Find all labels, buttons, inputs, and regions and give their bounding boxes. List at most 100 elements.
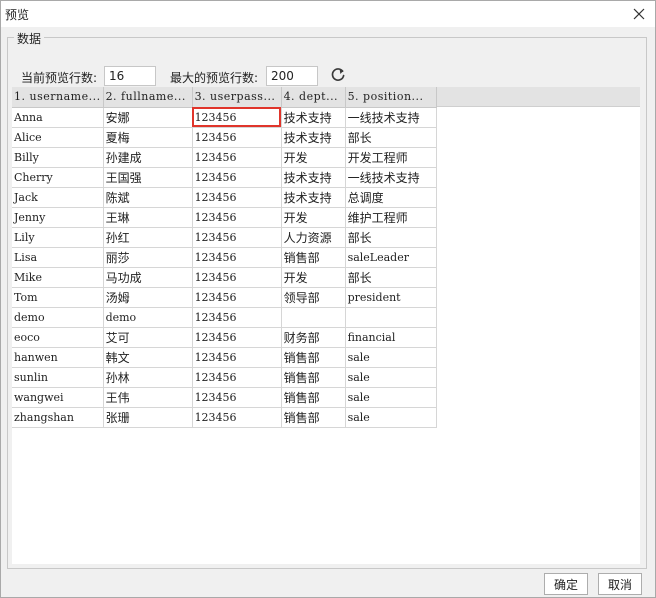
table-row[interactable]: demo demo 123456 [12,307,437,328]
preview-table-area[interactable]: 1. username... 2. fullname... 3. userpas… [12,87,640,564]
table-cell[interactable]: Billy [12,147,104,168]
table-cell[interactable]: 销售部 [281,407,346,428]
column-header[interactable]: 1. username... [12,87,104,108]
table-cell[interactable]: 财务部 [281,327,346,348]
table-cell[interactable]: 一线技术支持 [345,107,437,128]
table-row[interactable]: sunlin 孙林 123456 销售部 sale [12,367,437,388]
table-cell[interactable]: 123456 [192,307,282,328]
table-cell[interactable]: Cherry [12,167,104,188]
table-cell[interactable]: 开发 [281,147,346,168]
table-cell[interactable]: Lisa [12,247,104,268]
table-cell[interactable]: 技术支持 [281,127,346,148]
table-cell[interactable]: 技术支持 [281,167,346,188]
table-cell[interactable] [345,307,437,328]
table-cell[interactable]: Jack [12,187,104,208]
table-cell[interactable]: sale [345,367,437,388]
table-cell[interactable]: 王国强 [103,167,193,188]
table-cell[interactable]: Mike [12,267,104,288]
table-cell[interactable]: 总调度 [345,187,437,208]
table-cell[interactable]: sale [345,407,437,428]
column-header[interactable]: 3. userpass... [192,87,282,108]
table-cell[interactable]: president [345,287,437,308]
table-row[interactable]: Tom 汤姆 123456 领导部 president [12,287,437,308]
table-cell[interactable]: 销售部 [281,347,346,368]
current-rows-input[interactable] [104,66,156,86]
table-cell[interactable]: 维护工程师 [345,207,437,228]
table-row[interactable]: Mike 马功成 123456 开发 部长 [12,267,437,288]
table-cell[interactable]: 部长 [345,227,437,248]
table-cell[interactable]: 123456 [192,287,282,308]
refresh-icon[interactable] [329,66,347,84]
table-cell[interactable]: sunlin [12,367,104,388]
table-cell[interactable]: demo [12,307,104,328]
table-cell[interactable]: financial [345,327,437,348]
column-header[interactable]: 5. position... [345,87,437,108]
cancel-button[interactable]: 取消 [598,573,642,595]
table-cell[interactable]: 123456 [192,167,282,188]
table-row[interactable]: hanwen 韩文 123456 销售部 sale [12,347,437,368]
table-cell[interactable]: 人力资源 [281,227,346,248]
table-cell[interactable]: Anna [12,107,104,128]
table-cell[interactable]: 123456 [192,387,282,408]
table-cell[interactable]: 夏梅 [103,127,193,148]
column-header[interactable]: 2. fullname... [103,87,193,108]
table-row[interactable]: Billy 孙建成 123456 开发 开发工程师 [12,147,437,168]
table-cell[interactable]: 123456 [192,227,282,248]
table-cell[interactable]: sale [345,347,437,368]
column-header[interactable]: 4. dept... [281,87,346,108]
table-row[interactable]: Lisa 丽莎 123456 销售部 saleLeader [12,247,437,268]
table-row[interactable]: Alice 夏梅 123456 技术支持 部长 [12,127,437,148]
table-cell[interactable]: 123456 [192,187,282,208]
table-cell[interactable]: 开发 [281,207,346,228]
table-cell[interactable]: eoco [12,327,104,348]
close-icon[interactable] [629,4,649,24]
table-cell[interactable]: 销售部 [281,387,346,408]
table-cell[interactable]: Tom [12,287,104,308]
ok-button[interactable]: 确定 [544,573,588,595]
table-cell[interactable]: 123456 [192,347,282,368]
table-cell[interactable]: 领导部 [281,287,346,308]
table-cell[interactable]: 孙林 [103,367,193,388]
table-cell[interactable]: 技术支持 [281,107,346,128]
table-cell[interactable]: 部长 [345,267,437,288]
table-cell[interactable]: Lily [12,227,104,248]
table-cell[interactable]: saleLeader [345,247,437,268]
table-cell[interactable]: 123456 [192,367,282,388]
max-rows-input[interactable] [266,66,318,86]
table-cell[interactable]: 孙建成 [103,147,193,168]
table-row[interactable]: Jenny 王琳 123456 开发 维护工程师 [12,207,437,228]
table-row[interactable]: eoco 艾可 123456 财务部 financial [12,327,437,348]
table-cell[interactable]: 销售部 [281,247,346,268]
table-cell[interactable]: hanwen [12,347,104,368]
table-cell[interactable]: 汤姆 [103,287,193,308]
table-cell[interactable]: 一线技术支持 [345,167,437,188]
table-cell[interactable]: sale [345,387,437,408]
table-cell[interactable]: 安娜 [103,107,193,128]
table-row[interactable]: Jack 陈斌 123456 技术支持 总调度 [12,187,437,208]
table-cell[interactable] [281,307,346,328]
table-cell[interactable]: 王琳 [103,207,193,228]
table-cell[interactable]: 开发 [281,267,346,288]
table-row[interactable]: wangwei 王伟 123456 销售部 sale [12,387,437,408]
table-cell[interactable]: Jenny [12,207,104,228]
table-row[interactable]: Lily 孙红 123456 人力资源 部长 [12,227,437,248]
table-cell[interactable]: 王伟 [103,387,193,408]
table-cell[interactable]: 123456 [192,127,282,148]
table-cell[interactable]: 张珊 [103,407,193,428]
table-cell[interactable]: 丽莎 [103,247,193,268]
table-cell[interactable]: Alice [12,127,104,148]
table-cell[interactable]: 123456 [192,407,282,428]
table-cell[interactable]: demo [103,307,193,328]
table-cell[interactable]: 123456 [192,247,282,268]
table-cell[interactable]: 技术支持 [281,187,346,208]
table-cell[interactable]: zhangshan [12,407,104,428]
table-cell[interactable]: wangwei [12,387,104,408]
table-cell[interactable]: 123456 [192,267,282,288]
table-cell[interactable]: 孙红 [103,227,193,248]
table-cell[interactable]: 销售部 [281,367,346,388]
table-cell[interactable]: 123456 [192,327,282,348]
table-cell[interactable]: 韩文 [103,347,193,368]
table-row[interactable]: Cherry 王国强 123456 技术支持 一线技术支持 [12,167,437,188]
table-cell[interactable]: 123456 [192,147,282,168]
table-row[interactable]: zhangshan 张珊 123456 销售部 sale [12,407,437,428]
